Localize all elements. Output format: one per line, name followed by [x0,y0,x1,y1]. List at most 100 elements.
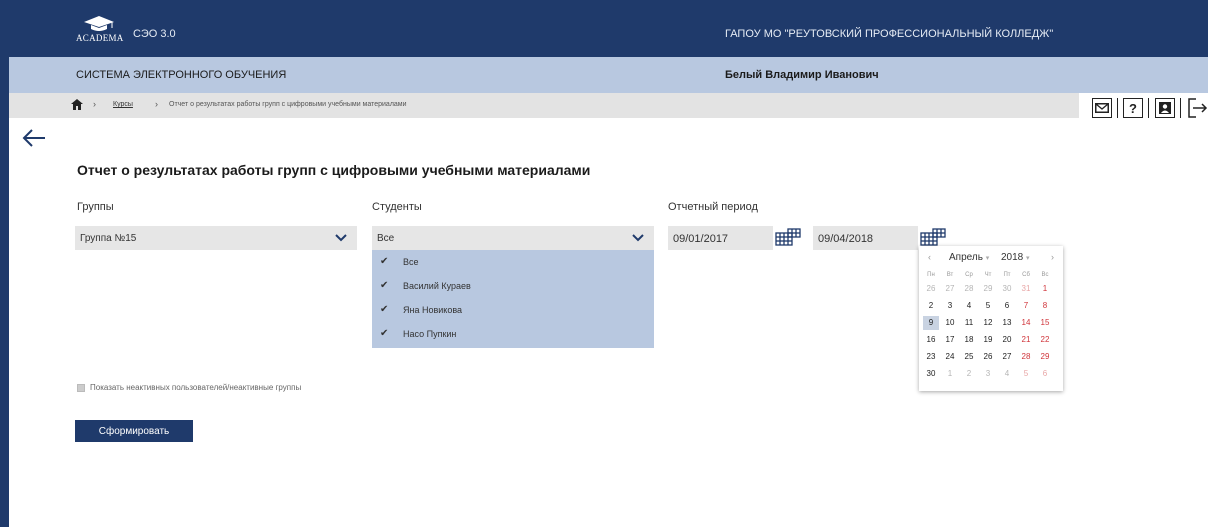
date-from-input[interactable]: 09/01/2017 [668,226,773,250]
calendar-day[interactable]: 31 [1018,282,1034,296]
sub-header: СИСТЕМА ЭЛЕКТРОННОГО ОБУЧЕНИЯ Белый Влад… [9,57,1208,93]
calendar-day[interactable]: 2 [923,299,939,313]
help-button[interactable]: ? [1123,98,1143,118]
user-name[interactable]: Белый Владимир Иванович [725,69,879,81]
calendar-day[interactable]: 4 [999,367,1015,381]
calendar-day[interactable]: 16 [923,333,939,347]
app-version: СЭО 3.0 [133,28,176,40]
weekday-label: Ср [965,272,973,278]
calendar-day[interactable]: 7 [1018,299,1034,313]
calendar-day[interactable]: 20 [999,333,1015,347]
calendar-day[interactable]: 14 [1018,316,1034,330]
calendar-day[interactable]: 15 [1037,316,1053,330]
prev-month-icon[interactable]: ‹ [928,252,931,262]
checkmark-icon: ✔ [380,280,389,291]
student-option-label: Василий Кураев [403,281,471,291]
weekday-label: Пт [1003,272,1011,278]
student-option[interactable]: ✔ Яна Новикова [372,298,654,322]
calendar-day[interactable]: 24 [942,350,958,364]
mail-button[interactable] [1092,98,1112,118]
calendar-day[interactable]: 17 [942,333,958,347]
calendar-icon[interactable] [775,228,801,246]
calendar-day[interactable]: 30 [999,282,1015,296]
left-rail [0,0,9,527]
students-select[interactable]: Все [372,226,654,250]
date-to-input[interactable]: 09/04/2018 [813,226,918,250]
student-option-all[interactable]: ✔ Все [372,250,654,274]
student-option[interactable]: ✔ Василий Кураев [372,274,654,298]
calendar-day[interactable]: 19 [980,333,996,347]
breadcrumb: › Курсы › Отчет о результатах работы гру… [9,93,1079,118]
calendar-day[interactable]: 29 [980,282,996,296]
calendar-day[interactable]: 4 [961,299,977,313]
calendar-day[interactable]: 3 [980,367,996,381]
calendar-day[interactable]: 10 [942,316,958,330]
calendar-day[interactable]: 26 [980,350,996,364]
toolbar-divider [1117,98,1118,118]
chevron-right-icon: › [155,99,158,109]
calendar-day[interactable]: 30 [923,367,939,381]
calendar-day[interactable]: 2 [961,367,977,381]
student-option-label: Насо Пупкин [403,329,457,339]
calendar-day[interactable]: 6 [999,299,1015,313]
system-name: СИСТЕМА ЭЛЕКТРОННОГО ОБУЧЕНИЯ [76,69,287,81]
checkmark-icon: ✔ [380,304,389,315]
back-arrow-icon[interactable] [22,128,46,148]
weekday-label: Пн [927,272,935,278]
breadcrumb-current: Отчет о результатах работы групп с цифро… [169,101,407,108]
calendar-day[interactable]: 8 [1037,299,1053,313]
chevron-down-icon: ▾ [985,255,990,262]
show-inactive-checkbox[interactable] [77,384,85,392]
calendar-day[interactable]: 23 [923,350,939,364]
weekday-label: Вт [946,272,954,278]
weekday-label: Вс [1041,272,1049,278]
student-option-label: Все [403,257,419,267]
calendar-day[interactable]: 1 [942,367,958,381]
groups-select[interactable]: Группа №15 [75,226,357,250]
generate-report-button[interactable]: Сформировать [75,420,193,442]
calendar-day[interactable]: 27 [942,282,958,296]
home-icon[interactable] [71,99,83,110]
calendar-day[interactable]: 22 [1037,333,1053,347]
calendar-day[interactable]: 28 [961,282,977,296]
breadcrumb-courses-link[interactable]: Курсы [113,101,133,108]
groups-label: Группы [77,201,114,213]
chevron-right-icon: › [93,99,96,109]
calendar-day[interactable]: 12 [980,316,996,330]
calendar-day[interactable]: 1 [1037,282,1053,296]
weekday-label: Сб [1022,272,1030,278]
toolbar-divider [1180,98,1181,118]
groups-select-value: Группа №15 [80,233,137,244]
calendar-day[interactable]: 3 [942,299,958,313]
students-label: Студенты [372,201,422,213]
date-from-value: 09/01/2017 [673,233,729,245]
students-select-value: Все [377,233,395,244]
student-option[interactable]: ✔ Насо Пупкин [372,322,654,346]
students-dropdown-list: ✔ Все ✔ Василий Кураев ✔ Яна Новикова ✔ … [372,250,654,348]
calendar-day[interactable]: 6 [1037,367,1053,381]
calendar-day[interactable]: 13 [999,316,1015,330]
datepicker-year[interactable]: 2018 ▾ [1001,252,1030,263]
calendar-day[interactable]: 26 [923,282,939,296]
calendar-day[interactable]: 5 [980,299,996,313]
calendar-day[interactable]: 11 [961,316,977,330]
calendar-day[interactable]: 29 [1037,350,1053,364]
calendar-day[interactable]: 25 [961,350,977,364]
calendar-icon[interactable] [920,228,946,246]
calendar-day[interactable]: 28 [1018,350,1034,364]
calendar-day[interactable]: 18 [961,333,977,347]
date-to-value: 09/04/2018 [818,233,874,245]
calendar-day[interactable]: 27 [999,350,1015,364]
datepicker-popup: ‹ Апрель ▾ 2018 ▾ › Пн Вт Ср Чт Пт Сб Вс 26 27 28… [919,246,1063,391]
top-header: ACADEMA СЭО 3.0 ГАПОУ МО "РЕУТОВСКИЙ ПРО… [9,0,1208,57]
calendar-day-selected[interactable]: 9 [923,316,939,330]
next-month-icon[interactable]: › [1051,252,1054,262]
calendar-day[interactable]: 21 [1018,333,1034,347]
datepicker-month[interactable]: Апрель ▾ [949,252,989,263]
chevron-down-icon [335,234,347,242]
logout-icon[interactable] [1188,98,1208,118]
calendar-day[interactable]: 5 [1018,367,1034,381]
profile-button[interactable] [1155,98,1175,118]
help-icon: ? [1129,100,1137,116]
academia-logo[interactable]: ACADEMA [76,16,123,44]
